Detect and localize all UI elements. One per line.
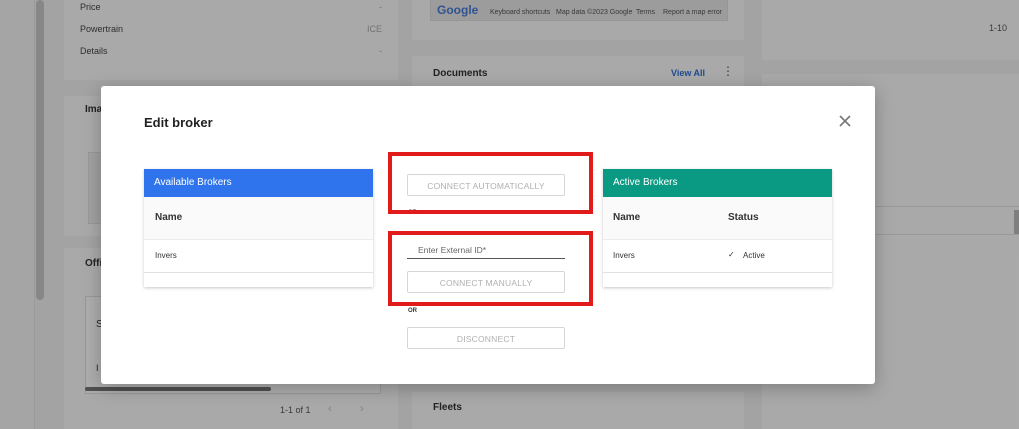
broker-name: Invers [155, 251, 177, 260]
active-brokers-column-header: Name Status [603, 197, 832, 239]
column-name: Name [155, 212, 183, 223]
external-id-input[interactable] [407, 241, 565, 259]
disconnect-button[interactable]: DISCONNECT [407, 327, 565, 349]
broker-name: Invers [613, 251, 635, 260]
broker-status: Active [743, 251, 765, 260]
or-separator: OR [408, 210, 417, 216]
column-status: Status [728, 212, 759, 223]
or-separator: OR [408, 308, 417, 314]
available-brokers-panel: Available Brokers Name Invers [144, 169, 373, 287]
active-brokers-panel: Active Brokers Name Status Invers ✓ Acti… [603, 169, 832, 287]
connect-manually-button[interactable]: CONNECT MANUALLY [407, 271, 565, 293]
close-icon[interactable] [838, 114, 852, 128]
active-broker-row[interactable]: Invers ✓ Active [603, 239, 832, 273]
check-icon: ✓ [728, 250, 735, 259]
available-brokers-header: Available Brokers [144, 169, 373, 197]
available-broker-row[interactable]: Invers [144, 239, 373, 273]
edit-broker-dialog: Edit broker Available Brokers Name Inver… [101, 86, 875, 384]
active-brokers-header: Active Brokers [603, 169, 832, 197]
dialog-title: Edit broker [144, 115, 213, 130]
connect-automatically-button[interactable]: CONNECT AUTOMATICALLY [407, 174, 565, 196]
available-brokers-column-header: Name [144, 197, 373, 239]
column-name: Name [613, 212, 641, 223]
